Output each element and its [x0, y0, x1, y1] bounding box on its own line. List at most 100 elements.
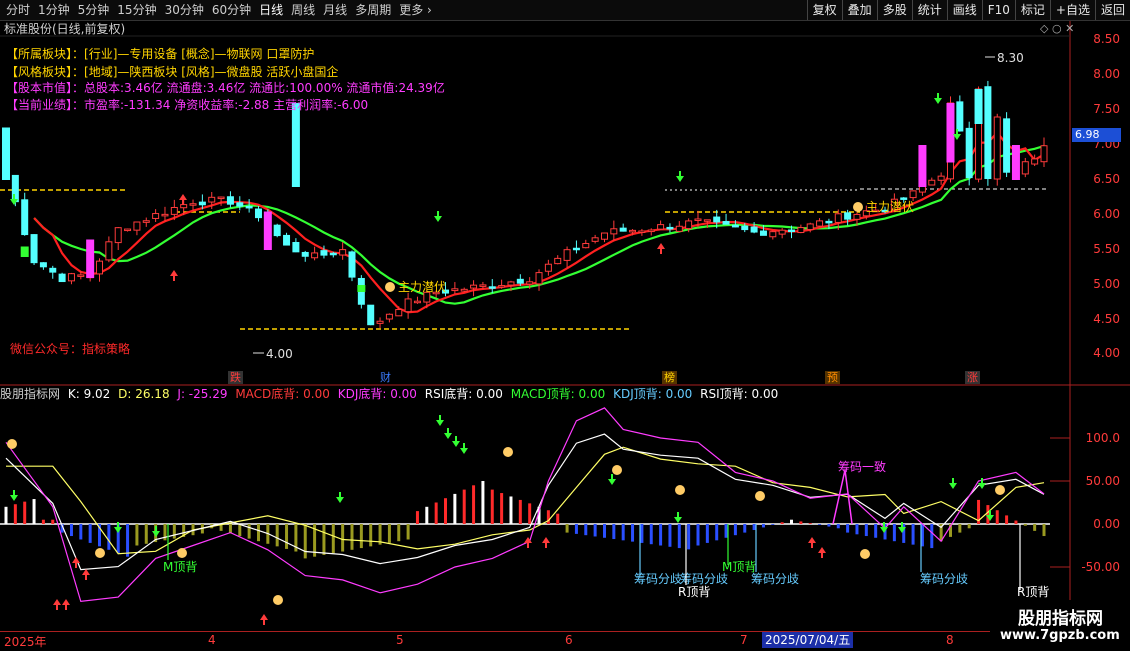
indicator-name[interactable]: 股朋指标网 [0, 387, 60, 401]
candle-body [844, 212, 852, 220]
finger-icon [612, 465, 622, 475]
chart-title-row: 标准股份(日线,前复权) [0, 21, 1070, 37]
candle-body [731, 224, 739, 228]
price-axis-label: 5.00 [1093, 277, 1120, 291]
candle-body [376, 320, 384, 324]
down-arrow-icon [10, 490, 18, 501]
date-label: 2025年 [4, 635, 47, 649]
candle-body [133, 221, 141, 231]
candle-body [301, 251, 309, 257]
wechat-watermark: 微信公众号：指标策略 [10, 342, 131, 356]
diamond-icon[interactable]: ◇ [1040, 22, 1048, 35]
candle-body [759, 230, 767, 236]
info-sector: 【所属板块】：[行业]—专用设备 [概念]—物联网 口罩防护 [6, 47, 315, 61]
candle-body [928, 179, 936, 186]
low-price-label: 4.00 [266, 347, 293, 361]
candle-body [629, 229, 637, 233]
down-arrow-icon [444, 428, 452, 439]
date-label: 7 [740, 633, 748, 647]
candle-body [413, 300, 421, 304]
event-marker-ranking[interactable]: 榜 [662, 371, 677, 384]
highlight-candle [1011, 145, 1020, 180]
candle-body [694, 218, 702, 221]
r-top-divergence-label: R顶背 [1017, 585, 1049, 599]
j-value: J: -25.29 [177, 387, 228, 401]
down-arrow-icon [152, 526, 160, 537]
indicator-axis-label: -50.00 [1081, 560, 1120, 574]
candle-body [657, 224, 665, 230]
event-marker-rise[interactable]: 涨 [965, 371, 980, 384]
candle-body [367, 304, 375, 326]
down-arrow-icon [434, 211, 442, 222]
candle-body [67, 273, 75, 282]
down-arrow-icon [949, 478, 957, 489]
date-axis: 2025年 4 5 6 7 8 [0, 631, 1070, 651]
candle-body [479, 284, 487, 287]
candle-body [507, 281, 515, 286]
macd-bottom-divergence: MACD底背: 0.00 [235, 387, 330, 401]
candle-body [451, 288, 459, 292]
candle-body [797, 227, 805, 234]
candle-body [685, 220, 693, 230]
candle-body [283, 234, 291, 246]
site-url: www.7gpzb.com [1000, 628, 1120, 643]
indicator-axis-label: 0.00 [1093, 517, 1120, 531]
candle-body [180, 204, 188, 209]
candle-body [498, 285, 506, 288]
candle-body [600, 232, 608, 240]
high-price-label: 8.30 [997, 51, 1024, 65]
candle-body [993, 116, 1001, 180]
kdj-top-divergence: KDJ顶背: 0.00 [613, 387, 693, 401]
main-force-label: 主力潜伏 [866, 200, 914, 214]
candle-body [544, 263, 552, 272]
candle-body [806, 223, 814, 231]
stock-title: 标准股份(日线,前复权) [4, 22, 126, 36]
down-arrow-icon [608, 474, 616, 485]
event-marker-finance[interactable]: 财 [378, 371, 393, 384]
consensus-spike [832, 469, 853, 525]
candle-body [647, 229, 655, 233]
date-label: 5 [396, 633, 404, 647]
candle-body [217, 196, 225, 200]
candle-body [554, 257, 562, 265]
event-marker-drop[interactable]: 跌 [228, 371, 243, 384]
candle-body [189, 203, 197, 206]
highlight-candle [357, 285, 366, 292]
down-arrow-icon [336, 492, 344, 503]
settings-icon[interactable]: ○ [1052, 22, 1062, 35]
candle-body [460, 288, 468, 292]
candle-body [778, 229, 786, 235]
candle-body [320, 250, 328, 256]
k-value: K: 9.02 [67, 387, 111, 401]
highlight-candle [291, 103, 300, 187]
candle-body [610, 228, 618, 235]
indicator-axis-label: 50.00 [1085, 474, 1120, 488]
chip-divergence-label: 筹码分歧 [680, 572, 728, 586]
candle-body [96, 260, 104, 275]
candle-body [563, 249, 571, 261]
highlight-candle [946, 103, 955, 163]
close-icon[interactable]: ✕ [1065, 22, 1074, 35]
chart-window-icons[interactable]: ◇ ○ ✕ [1040, 22, 1074, 35]
candle-body [198, 201, 206, 206]
down-arrow-icon [436, 415, 444, 426]
candle-body [675, 225, 683, 232]
up-arrow-icon [170, 270, 178, 281]
candle-body [142, 220, 150, 223]
candle-body [741, 225, 749, 231]
m-top-divergence-label: M顶背 [163, 560, 197, 574]
candle-body [292, 241, 300, 253]
info-style: 【风格板块】：[地域]—陕西板块 [风格]—微盘股 活跃小盘国企 [6, 65, 339, 79]
candle-body [984, 86, 992, 180]
price-axis-label: 6.00 [1093, 207, 1120, 221]
finger-icon [995, 485, 1005, 495]
candle-body [30, 234, 38, 264]
candle-body [58, 273, 66, 283]
indicator-axis-label: 100.0 [1085, 431, 1120, 445]
down-arrow-icon [460, 443, 468, 454]
candle-body [816, 220, 824, 227]
event-marker-forecast[interactable]: 预 [825, 371, 840, 384]
candle-body [39, 262, 47, 268]
candle-body [918, 185, 926, 193]
price-axis-label: 4.50 [1093, 312, 1120, 326]
